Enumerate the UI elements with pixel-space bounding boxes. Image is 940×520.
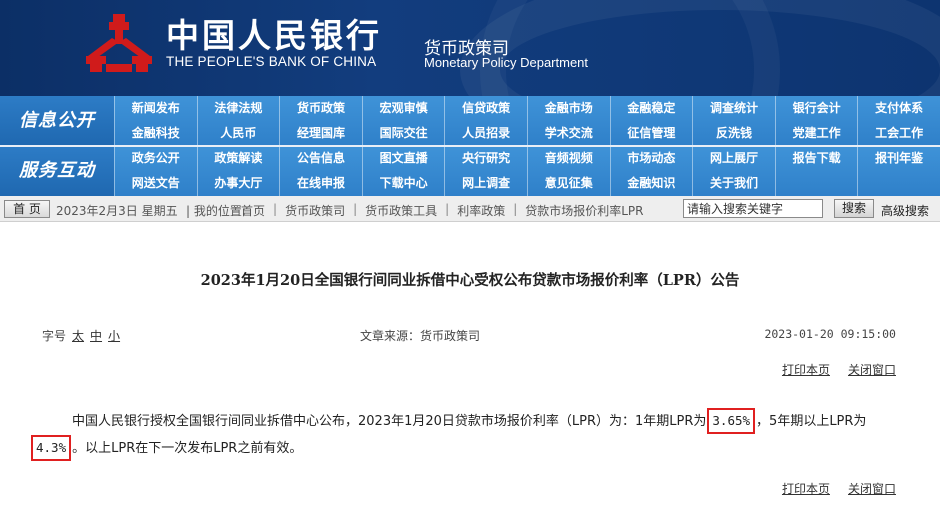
search-button[interactable]: 搜索	[834, 199, 874, 218]
nav-item-info-10[interactable]: 金融科技	[114, 121, 197, 146]
nav-item-service-10[interactable]: 网送文告	[114, 171, 197, 196]
close-window-link[interactable]: 关闭窗口	[848, 361, 896, 378]
rate-1y-highlight: 3.65%	[707, 408, 756, 434]
article-tools-top: 打印本页 关闭窗口	[782, 361, 896, 378]
search-input[interactable]	[683, 199, 823, 218]
nav-item-info-7[interactable]: 调查统计	[692, 96, 775, 121]
department-name-en: Monetary Policy Department	[424, 55, 589, 70]
pboc-emblem-icon[interactable]	[84, 12, 154, 74]
article-tools-bottom: 打印本页 关闭窗口	[782, 480, 896, 497]
nav-item-info-5[interactable]: 金融市场	[526, 96, 610, 121]
article-body: 中国人民银行授权全国银行间同业拆借中心公布，2023年1月20日贷款市场报价利率…	[30, 408, 890, 462]
nav-item-info-17[interactable]: 反洗钱	[692, 121, 775, 146]
nav-item-service-19	[857, 171, 940, 196]
nav-item-info-9[interactable]: 支付体系	[857, 96, 940, 121]
breadcrumb-item[interactable]: 货币政策司	[285, 202, 345, 219]
article: 2023年1月20日全国银行间同业拆借中心受权公布贷款市场报价利率（LPR）公告…	[0, 223, 940, 520]
nav-item-service-2[interactable]: 公告信息	[279, 146, 362, 171]
nav-item-service-11[interactable]: 办事大厅	[196, 171, 280, 196]
font-size-medium[interactable]: 中	[90, 327, 102, 344]
breadcrumb-separator: |	[353, 202, 358, 216]
nav-item-info-15[interactable]: 学术交流	[526, 121, 610, 146]
nav-divider	[0, 145, 940, 147]
nav-item-service-3[interactable]: 图文直播	[361, 146, 445, 171]
article-source: 文章来源：货币政策司	[360, 329, 481, 343]
nav-section-info: 信息公开 新闻发布 法律法规 货币政策 宏观审慎 信贷政策 金融市场 金融稳定 调查统计 银行会…	[0, 96, 940, 146]
nav-item-info-8[interactable]: 银行会计	[774, 96, 858, 121]
font-size-small[interactable]: 小	[108, 327, 120, 344]
nav-item-info-6[interactable]: 金融稳定	[609, 96, 693, 121]
print-page-link[interactable]: 打印本页	[782, 480, 830, 497]
nav-section-service: 服务互动 政务公开 政策解读 公告信息 图文直播 央行研究 音频视频 市场动态 网上展厅 报告下…	[0, 146, 940, 196]
nav-grid-service: 政务公开 政策解读 公告信息 图文直播 央行研究 音频视频 市场动态 网上展厅 报告下载 报刊年鉴…	[114, 146, 940, 196]
site-header: 中国人民银行 THE PEOPLE'S BANK OF CHINA 货币政策司 …	[0, 0, 940, 96]
nav-item-info-1[interactable]: 法律法规	[196, 96, 280, 121]
font-size-options: 太 中 小	[72, 327, 120, 344]
breadcrumb-item[interactable]: 利率政策	[457, 202, 505, 219]
nav-item-info-11[interactable]: 人民币	[196, 121, 280, 146]
body-text-part3: 。以上LPR在下一次发布LPR之前有效。	[72, 441, 303, 456]
nav-item-info-18[interactable]: 党建工作	[774, 121, 858, 146]
font-size-large[interactable]: 太	[72, 327, 84, 344]
current-date: 2023年2月3日 星期五	[56, 204, 178, 218]
article-title: 2023年1月20日全国银行间同业拆借中心受权公布贷款市场报价利率（LPR）公告	[200, 272, 740, 289]
nav-item-info-12[interactable]: 经理国库	[279, 121, 362, 146]
nav-section-title: 服务互动	[0, 146, 114, 196]
location-label: | 我的位置:	[186, 204, 246, 218]
nav-item-service-0[interactable]: 政务公开	[114, 146, 197, 171]
nav-item-service-6[interactable]: 市场动态	[609, 146, 693, 171]
nav-item-service-4[interactable]: 央行研究	[444, 146, 527, 171]
breadcrumb-separator: |	[445, 202, 450, 216]
nav-item-service-18	[774, 171, 858, 196]
print-page-link[interactable]: 打印本页	[782, 361, 830, 378]
nav-item-service-1[interactable]: 政策解读	[196, 146, 280, 171]
main-navigation: 信息公开 新闻发布 法律法规 货币政策 宏观审慎 信贷政策 金融市场 金融稳定 调查统计 银行会…	[0, 96, 940, 196]
breadcrumb-separator: |	[273, 202, 278, 216]
nav-section-title: 信息公开	[0, 96, 114, 146]
nav-item-info-2[interactable]: 货币政策	[279, 96, 362, 121]
nav-item-service-17[interactable]: 关于我们	[692, 171, 775, 196]
breadcrumb-separator: |	[513, 202, 518, 216]
breadcrumb-item[interactable]: 贷款市场报价利率LPR	[525, 202, 643, 219]
nav-item-service-12[interactable]: 在线申报	[279, 171, 362, 196]
nav-item-info-16[interactable]: 征信管理	[609, 121, 693, 146]
nav-item-service-8[interactable]: 报告下载	[774, 146, 858, 171]
nav-item-service-15[interactable]: 意见征集	[526, 171, 610, 196]
home-button[interactable]: 首 页	[4, 200, 50, 218]
nav-item-service-5[interactable]: 音频视频	[526, 146, 610, 171]
close-window-link[interactable]: 关闭窗口	[848, 480, 896, 497]
nav-item-service-9[interactable]: 报刊年鉴	[857, 146, 940, 171]
nav-item-info-3[interactable]: 宏观审慎	[361, 96, 445, 121]
nav-item-info-14[interactable]: 人员招录	[444, 121, 527, 146]
breadcrumb-item[interactable]: 货币政策工具	[365, 202, 437, 219]
rate-5y-highlight: 4.3%	[31, 435, 72, 461]
breadcrumb-item[interactable]: 首页	[241, 202, 265, 219]
body-text-part1: 中国人民银行授权全国银行间同业拆借中心公布，2023年1月20日贷款市场报价利率…	[72, 414, 707, 429]
nav-item-info-0[interactable]: 新闻发布	[114, 96, 197, 121]
nav-item-service-14[interactable]: 网上调查	[444, 171, 527, 196]
nav-item-info-19[interactable]: 工会工作	[857, 121, 940, 146]
header-decoration	[480, 0, 780, 96]
breadcrumb-bar: 首 页 2023年2月3日 星期五 | 我的位置: 首页 | 货币政策司 | 货币政策工…	[0, 196, 940, 222]
nav-item-service-16[interactable]: 金融知识	[609, 171, 693, 196]
nav-item-service-13[interactable]: 下载中心	[361, 171, 445, 196]
bank-name-en: THE PEOPLE'S BANK OF CHINA	[166, 54, 377, 69]
nav-item-service-7[interactable]: 网上展厅	[692, 146, 775, 171]
publish-date: 2023-01-20 09:15:00	[764, 327, 896, 341]
article-meta: 字号 太 中 小 文章来源：货币政策司 2023-01-20 09:15:00	[42, 327, 896, 343]
bank-name-cn: 中国人民银行	[166, 16, 382, 55]
body-text-part2: ，5年期以上LPR为	[756, 414, 867, 429]
nav-item-info-13[interactable]: 国际交往	[361, 121, 445, 146]
nav-item-info-4[interactable]: 信贷政策	[444, 96, 527, 121]
font-size-label: 字号	[42, 329, 67, 343]
breadcrumb: 首页 | 货币政策司 | 货币政策工具 | 利率政策 | 贷款市场报价利率LPR	[241, 202, 644, 219]
nav-grid-info: 新闻发布 法律法规 货币政策 宏观审慎 信贷政策 金融市场 金融稳定 调查统计 银行会计 支付体系…	[114, 96, 940, 146]
advanced-search-link[interactable]: 高级搜索	[881, 202, 929, 219]
